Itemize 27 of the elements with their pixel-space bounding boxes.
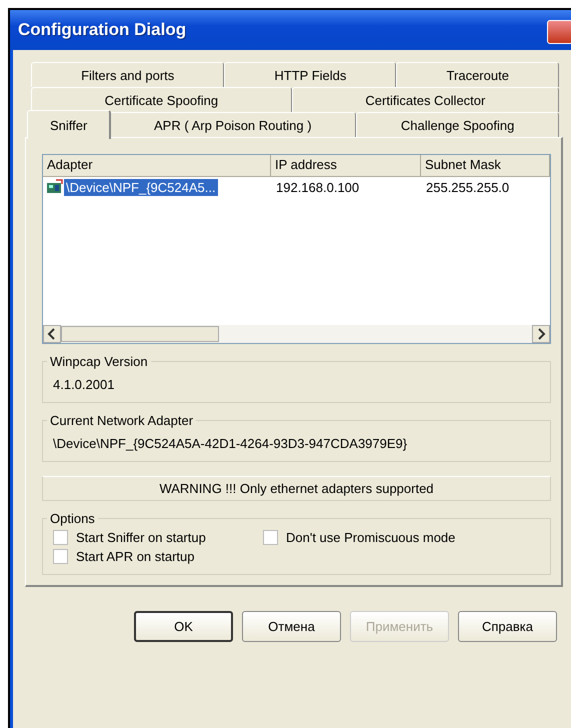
checkbox-label: Don't use Promiscuous mode <box>286 530 456 545</box>
version-text: 4.1.0.2001 <box>53 377 116 392</box>
column-header[interactable]: IP address <box>271 155 421 177</box>
dialog-button[interactable]: OK <box>134 611 233 642</box>
table-cell[interactable]: \Device\NPF_{9C524A5... <box>64 178 218 196</box>
group-label: Winpcap Version <box>49 354 149 369</box>
column-header[interactable]: Subnet Mask <box>421 155 550 177</box>
tab[interactable]: Certificates Collector <box>292 87 560 112</box>
column-header[interactable]: Adapter <box>43 155 271 177</box>
tab[interactable]: Sniffer <box>27 110 112 139</box>
dialog-button[interactable]: Справка <box>458 611 557 642</box>
tab[interactable]: Filters and ports <box>31 62 224 87</box>
checkbox-label: Start Sniffer on startup <box>76 530 206 545</box>
tab[interactable]: Certificate Spoofing <box>31 87 292 112</box>
group-label: Current Network Adapter <box>49 413 194 428</box>
warning-text: WARNING !!! Only ethernet adapters supported <box>42 476 551 501</box>
table-cell-text: 255.255.255.0 <box>425 178 510 196</box>
dialog-button[interactable]: Отмена <box>242 611 341 642</box>
tab[interactable]: APR ( Arp Poison Routing ) <box>109 112 356 137</box>
group-label: Options <box>49 511 96 526</box>
tab[interactable]: HTTP Fields <box>224 62 396 87</box>
tab[interactable]: Traceroute <box>396 62 560 87</box>
adapter-path-text: \Device\NPF_{9C524A5A-42D1-4264-93D3-947CDA3979E9} <box>53 436 408 451</box>
tab[interactable]: Challenge Spoofing <box>356 112 560 137</box>
window-title: Configuration Dialog <box>18 20 186 40</box>
table-cell-text: 192.168.0.100 <box>275 178 360 196</box>
checkbox-label: Start APR on startup <box>76 549 195 564</box>
